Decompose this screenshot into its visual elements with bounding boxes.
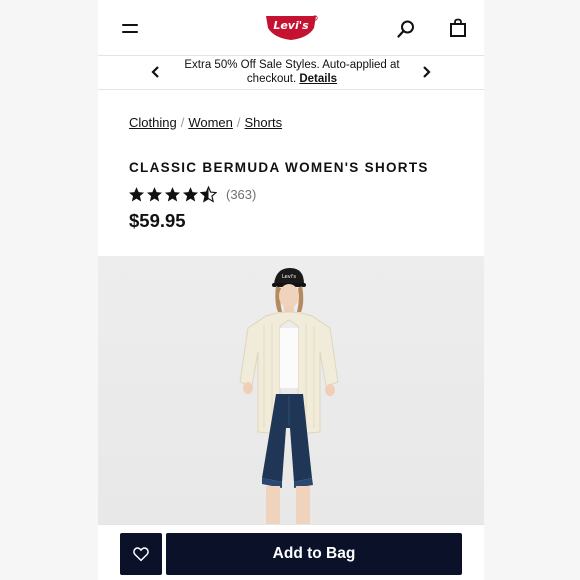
star-icon xyxy=(128,186,145,201)
breadcrumb-shorts[interactable]: Shorts xyxy=(245,115,283,130)
breadcrumb: Clothing / Women / Shorts xyxy=(129,115,282,130)
chevron-right-icon[interactable] xyxy=(418,64,434,80)
star-icon xyxy=(182,186,199,201)
star-rating[interactable] xyxy=(128,185,217,203)
chevron-left-icon[interactable] xyxy=(148,64,164,80)
shopping-bag-icon[interactable] xyxy=(448,18,468,38)
star-icon xyxy=(146,186,163,201)
site-header: Levi's xyxy=(98,0,484,56)
star-icon xyxy=(164,186,181,201)
menu-icon[interactable] xyxy=(122,20,140,36)
breadcrumb-women[interactable]: Women xyxy=(188,115,233,130)
search-icon[interactable] xyxy=(396,19,416,39)
cap-logo: Levi's xyxy=(282,274,296,280)
product-rating: (363) xyxy=(128,184,256,204)
product-price: $59.95 xyxy=(129,210,186,231)
promo-text: Extra 50% Off Sale Styles. Auto-applied … xyxy=(184,59,400,85)
wishlist-button[interactable] xyxy=(120,533,162,575)
promo-details-link[interactable]: Details xyxy=(299,73,337,85)
breadcrumb-separator: / xyxy=(180,115,185,130)
half-star-icon xyxy=(200,185,217,203)
product-image[interactable]: Levi's xyxy=(98,256,484,526)
bottom-action-bar: Add to Bag xyxy=(98,524,484,580)
heart-icon xyxy=(133,547,149,562)
breadcrumb-separator: / xyxy=(236,115,241,130)
breadcrumb-clothing[interactable]: Clothing xyxy=(129,115,177,130)
logo-text: Levi's xyxy=(273,19,309,32)
product-page: Levi's Extra 50% Off Sale Styles. Auto-a… xyxy=(98,0,484,580)
promo-banner: Extra 50% Off Sale Styles. Auto-applied … xyxy=(98,56,484,90)
promo-message: Extra 50% Off Sale Styles. Auto-applied … xyxy=(184,58,400,86)
product-title: CLASSIC BERMUDA WOMEN'S SHORTS xyxy=(129,160,429,175)
add-to-bag-button[interactable]: Add to Bag xyxy=(166,533,462,575)
review-count[interactable]: (363) xyxy=(226,187,256,202)
levis-logo[interactable]: Levi's xyxy=(264,14,318,42)
